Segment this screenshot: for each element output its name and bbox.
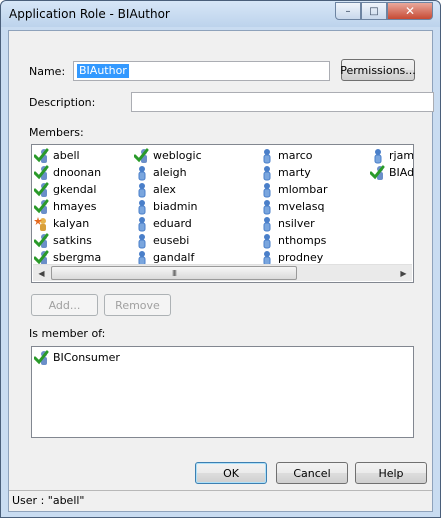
member-item[interactable]: mlombar xyxy=(259,181,327,198)
member-name: aleigh xyxy=(153,166,187,179)
check-user-icon xyxy=(33,182,50,198)
member-item[interactable]: eduard xyxy=(134,215,192,232)
user-icon xyxy=(134,233,150,249)
member-name: hmayes xyxy=(53,200,97,213)
user-icon xyxy=(134,199,150,215)
add-button[interactable]: Add... xyxy=(31,294,98,316)
member-item[interactable]: marty xyxy=(259,164,311,181)
member-name: mvelasq xyxy=(278,200,325,213)
close-button[interactable]: ✕ xyxy=(387,2,433,20)
maximize-button[interactable]: □ xyxy=(361,2,387,20)
is-member-of-label: Is member of: xyxy=(29,327,106,340)
member-of-name: BIConsumer xyxy=(53,351,120,364)
scroll-left-arrow-icon[interactable]: ◀ xyxy=(33,265,50,281)
check-user-icon xyxy=(33,148,50,164)
window-title: Application Role - BIAuthor xyxy=(9,7,170,21)
member-item[interactable]: nsilver xyxy=(259,215,315,232)
member-name: BIAdr xyxy=(389,166,414,179)
user-icon xyxy=(259,233,275,249)
user-icon xyxy=(259,165,275,181)
star-user-icon xyxy=(34,216,50,232)
check-user-icon xyxy=(33,165,50,181)
application-role-window: Application Role - BIAuthor – □ ✕ Name: … xyxy=(0,0,441,518)
member-item[interactable]: BIAdr xyxy=(369,164,414,181)
name-label: Name: xyxy=(29,65,66,78)
member-name: satkins xyxy=(53,234,92,247)
member-name: prodney xyxy=(278,251,324,264)
is-member-of-list[interactable]: BIConsumer xyxy=(31,346,414,438)
check-user-icon xyxy=(33,350,50,366)
member-name: biadmin xyxy=(153,200,198,213)
member-name: abell xyxy=(53,149,80,162)
user-icon xyxy=(134,182,150,198)
member-item[interactable]: gkendal xyxy=(33,181,97,198)
title-bar[interactable]: Application Role - BIAuthor – □ ✕ xyxy=(1,1,440,27)
member-name: alex xyxy=(153,183,176,196)
member-name: kalyan xyxy=(53,217,90,230)
member-item[interactable]: abell xyxy=(33,147,80,164)
check-user-icon xyxy=(369,165,386,181)
check-user-icon xyxy=(33,199,50,215)
description-input[interactable] xyxy=(131,92,434,112)
member-name: mlombar xyxy=(278,183,328,196)
user-icon xyxy=(134,216,150,232)
user-icon xyxy=(259,182,275,198)
member-name: marco xyxy=(278,149,313,162)
member-name: nsilver xyxy=(278,217,315,230)
member-name: marty xyxy=(278,166,311,179)
ok-button[interactable]: OK xyxy=(195,462,267,484)
member-name: gkendal xyxy=(53,183,97,196)
user-icon xyxy=(370,148,386,164)
member-item[interactable]: aleigh xyxy=(134,164,187,181)
member-item[interactable]: kalyan xyxy=(34,215,89,232)
member-name: dnoonan xyxy=(53,166,102,179)
member-name: nthomps xyxy=(278,234,327,247)
permissions-button[interactable]: Permissions... xyxy=(340,59,416,81)
member-of-item[interactable]: BIConsumer xyxy=(33,349,120,366)
member-item[interactable]: weblogic xyxy=(133,147,202,164)
status-bar: User : "abell" xyxy=(9,490,432,511)
member-item[interactable]: eusebi xyxy=(134,232,189,249)
scrollbar-thumb[interactable]: III xyxy=(51,266,297,280)
member-item[interactable]: rjame xyxy=(370,147,414,164)
name-input-value: BIAuthor xyxy=(77,64,129,78)
cancel-button[interactable]: Cancel xyxy=(276,462,348,484)
member-name: eusebi xyxy=(153,234,190,247)
members-horizontal-scrollbar[interactable]: ◀ III ▶ xyxy=(33,264,412,281)
member-name: sbergma xyxy=(53,251,102,264)
check-user-icon xyxy=(33,233,50,249)
check-user-icon xyxy=(133,148,150,164)
user-icon xyxy=(134,165,150,181)
description-label: Description: xyxy=(29,96,96,109)
minimize-button[interactable]: – xyxy=(335,2,361,20)
member-item[interactable]: dnoonan xyxy=(33,164,102,181)
member-item[interactable]: hmayes xyxy=(33,198,97,215)
members-list[interactable]: BIAdr rjame prodney nthomps nsilver mvelasq ml… xyxy=(31,144,414,283)
member-item[interactable]: satkins xyxy=(33,232,92,249)
member-item[interactable]: biadmin xyxy=(134,198,198,215)
help-button[interactable]: Help xyxy=(355,462,427,484)
scroll-right-arrow-icon[interactable]: ▶ xyxy=(395,265,412,281)
member-item[interactable]: nthomps xyxy=(259,232,326,249)
member-name: eduard xyxy=(153,217,192,230)
member-name: gandalf xyxy=(153,251,195,264)
member-item[interactable]: mvelasq xyxy=(259,198,325,215)
members-label: Members: xyxy=(29,126,84,139)
member-name: rjame xyxy=(389,149,414,162)
user-icon xyxy=(259,199,275,215)
user-icon xyxy=(259,216,275,232)
remove-button[interactable]: Remove xyxy=(104,294,171,316)
user-icon xyxy=(259,148,275,164)
name-input[interactable]: BIAuthor xyxy=(73,61,330,81)
member-item[interactable]: alex xyxy=(134,181,176,198)
member-item[interactable]: marco xyxy=(259,147,313,164)
status-text: User : "abell" xyxy=(12,494,85,507)
dialog-body: Name: BIAuthor Permissions... Descriptio… xyxy=(8,30,434,512)
member-name: weblogic xyxy=(153,149,202,162)
